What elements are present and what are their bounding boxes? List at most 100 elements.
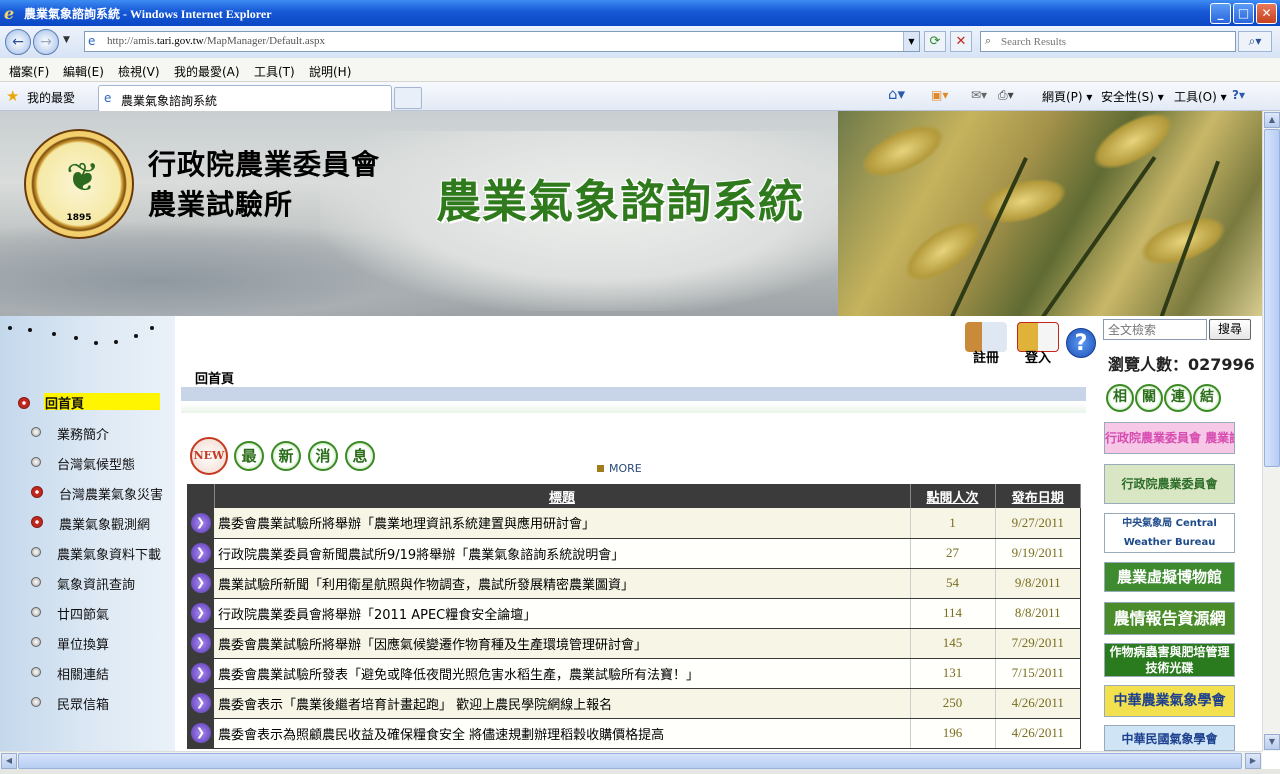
fulltext-search-button[interactable]: 搜尋 (1209, 319, 1251, 340)
menu-help[interactable]: 說明(H) (309, 63, 351, 80)
live-search-box[interactable]: ⌕ (980, 31, 1236, 52)
search-go-button[interactable]: ⌕▾ (1238, 31, 1272, 52)
tools-menu[interactable]: 工具(O) ▾ (1174, 88, 1227, 105)
stop-button[interactable]: ✕ (950, 31, 972, 52)
news-hits: 145 (910, 628, 996, 659)
bullet-icon (31, 577, 41, 587)
print-icon[interactable]: ⎙▾ (998, 88, 1014, 103)
menu-favorites[interactable]: 我的最愛(A) (174, 63, 240, 80)
recent-pages-dropdown[interactable]: ▼ (63, 35, 70, 45)
breadcrumb: 回首頁 (195, 372, 235, 387)
news-title-link[interactable]: 行政院農業委員會新聞農試所9/19將舉辦「農業氣象諮詢系統說明會」 (214, 538, 911, 569)
site-banner: ❦ 1895 行政院農業委員會 農業試驗所 農業氣象諮詢系統 (0, 111, 1262, 316)
forward-button[interactable]: → (33, 29, 59, 55)
register-button[interactable]: 註冊 (964, 322, 1008, 366)
vertical-scrollbar[interactable]: ▲ ▼ (1262, 111, 1280, 751)
news-hits: 131 (910, 658, 996, 689)
row-arrow-icon[interactable]: ❯ (187, 628, 214, 659)
scroll-up-arrow-icon[interactable]: ▲ (1264, 112, 1280, 128)
table-header-date[interactable]: 發布日期 (995, 484, 1081, 508)
heading-char: 新 (271, 441, 301, 471)
scroll-left-arrow-icon[interactable]: ◀ (1, 753, 17, 769)
row-arrow-icon[interactable]: ❯ (187, 538, 214, 569)
sidebar-item-climate[interactable]: 台灣氣候型態 (0, 451, 175, 473)
more-news-link[interactable]: MORE (597, 462, 642, 475)
row-arrow-icon[interactable]: ❯ (187, 718, 214, 749)
news-title-link[interactable]: 農委會農業試驗所將舉辦「農業地理資訊系統建置與應用研討會」 (214, 508, 911, 539)
news-title-link[interactable]: 農委會農業試驗所發表「避免或降低夜間光照危害水稻生產，農業試驗所有法寶！」 (214, 658, 911, 689)
help-icon[interactable]: ? (1066, 328, 1096, 358)
login-button[interactable]: 登入 (1016, 322, 1060, 366)
link-banner-agri-report[interactable]: 農情報告資源網 (1104, 602, 1235, 635)
link-banner-met-society[interactable]: 中華民國氣象學會 (1104, 725, 1235, 751)
sidebar-item-unit-conversion[interactable]: 單位換算 (0, 631, 175, 653)
sidebar-item-data-download[interactable]: 農業氣象資料下載 (0, 541, 175, 563)
news-title-link[interactable]: 農委會表示「農業後繼者培育計畫起跑」 歡迎上農民學院網線上報名 (214, 688, 911, 719)
table-header-title[interactable]: 標題 (214, 484, 911, 508)
row-arrow-icon[interactable]: ❯ (187, 508, 214, 539)
page-menu[interactable]: 網頁(P) ▾ (1042, 88, 1092, 105)
sidebar-item-disasters[interactable]: 台灣農業氣象災害 (0, 481, 175, 503)
safety-menu[interactable]: 安全性(S) ▾ (1101, 88, 1164, 105)
link-banner-coa[interactable]: 行政院農業委員會 (1104, 464, 1235, 504)
menu-tools[interactable]: 工具(T) (254, 63, 295, 80)
scroll-thumb[interactable] (1264, 129, 1280, 467)
scroll-thumb[interactable] (18, 753, 1242, 769)
row-arrow-icon[interactable]: ❯ (187, 688, 214, 719)
link-banner-virtual-museum[interactable]: 農業虛擬博物館 (1104, 562, 1235, 592)
link-banner-cwb[interactable]: 中央氣象局 Central Weather Bureau (1104, 513, 1235, 553)
menu-file[interactable]: 檔案(F) (9, 63, 49, 80)
sidebar-item-observation-network[interactable]: 農業氣象觀測網 (0, 511, 175, 533)
mail-icon[interactable]: ✉▾ (971, 88, 987, 102)
help-menu-icon[interactable]: ?▾ (1232, 88, 1245, 102)
news-title-link[interactable]: 農委會農業試驗所將舉辦「因應氣候變遷作物育種及生產環境管理研討會」 (214, 628, 911, 659)
page-icon: e (88, 34, 96, 48)
feeds-icon[interactable]: ▣▾ (931, 88, 948, 102)
search-input[interactable] (1001, 34, 1231, 49)
menu-view[interactable]: 檢視(V) (118, 63, 160, 80)
fulltext-search-input[interactable] (1103, 319, 1207, 340)
sidebar-item-weather-query[interactable]: 氣象資訊查詢 (0, 571, 175, 593)
minimize-button[interactable]: _ (1210, 3, 1231, 24)
favorites-star-icon[interactable]: ★ (6, 87, 19, 105)
news-hits: 27 (910, 538, 996, 569)
scroll-down-arrow-icon[interactable]: ▼ (1264, 734, 1280, 750)
sidebar-item-mailbox[interactable]: 民眾信箱 (0, 691, 175, 713)
sidebar-item-label: 農業氣象觀測網 (59, 518, 151, 533)
bullet-icon (18, 397, 30, 409)
news-date: 4/26/2011 (995, 718, 1081, 749)
row-arrow-icon[interactable]: ❯ (187, 658, 214, 689)
scroll-right-arrow-icon[interactable]: ▶ (1245, 753, 1261, 769)
table-row: ❯ 農委會表示為照顧農民收益及確保糧食安全 將儘速規劃辦理稻穀收購價格提高 19… (187, 718, 1081, 749)
visitor-counter: 瀏覽人數：027996 (1108, 355, 1255, 374)
news-date: 8/8/2011 (995, 598, 1081, 629)
home-icon[interactable]: ⌂▾ (888, 85, 905, 103)
news-title-link[interactable]: 行政院農業委員會將舉辦「2011 APEC糧食安全論壇」 (214, 598, 911, 629)
search-icon: ⌕ (985, 34, 992, 47)
menu-edit[interactable]: 編輯(E) (63, 63, 104, 80)
horizontal-scrollbar[interactable]: ◀ ▶ (0, 751, 1262, 769)
sidebar-item-links[interactable]: 相關連結 (0, 661, 175, 683)
browser-tab[interactable]: e 農業氣象諮詢系統 (98, 85, 392, 111)
news-title-link[interactable]: 農業試驗所新聞「利用衛星航照與作物調查，農試所發展精密農業圖資」 (214, 568, 911, 599)
link-banner-agro-met-society[interactable]: 中華農業氣象學會 (1104, 685, 1235, 717)
close-button[interactable]: ✕ (1256, 3, 1277, 24)
maximize-button[interactable]: □ (1233, 3, 1254, 24)
row-arrow-icon[interactable]: ❯ (187, 568, 214, 599)
sidebar-item-home[interactable]: 回首頁 (0, 392, 175, 414)
sidebar-item-label: 民眾信箱 (57, 698, 110, 713)
table-header-hits[interactable]: 點閱人次 (910, 484, 996, 508)
link-banner-tari[interactable]: 行政院農業委員會 農業試驗所 (1104, 422, 1235, 454)
refresh-button[interactable]: ⟳ (924, 31, 946, 52)
row-arrow-icon[interactable]: ❯ (187, 598, 214, 629)
favorites-button[interactable]: 我的最愛 (27, 89, 75, 106)
url-dropdown-arrow[interactable]: ▼ (903, 32, 919, 51)
back-button[interactable]: ← (5, 29, 31, 55)
sidebar-item-solar-terms[interactable]: 廿四節氣 (0, 601, 175, 623)
new-tab-button[interactable] (394, 87, 422, 109)
url-field[interactable]: e http://amis.tari.gov.tw/MapManager/Def… (84, 31, 920, 52)
link-banner-pest-cd[interactable]: 作物病蟲害與肥培管理技術光碟 (1104, 643, 1235, 677)
bullet-icon (31, 607, 41, 617)
sidebar-item-business[interactable]: 業務簡介 (0, 421, 175, 443)
news-title-link[interactable]: 農委會表示為照顧農民收益及確保糧食安全 將儘速規劃辦理稻穀收購價格提高 (214, 718, 911, 749)
